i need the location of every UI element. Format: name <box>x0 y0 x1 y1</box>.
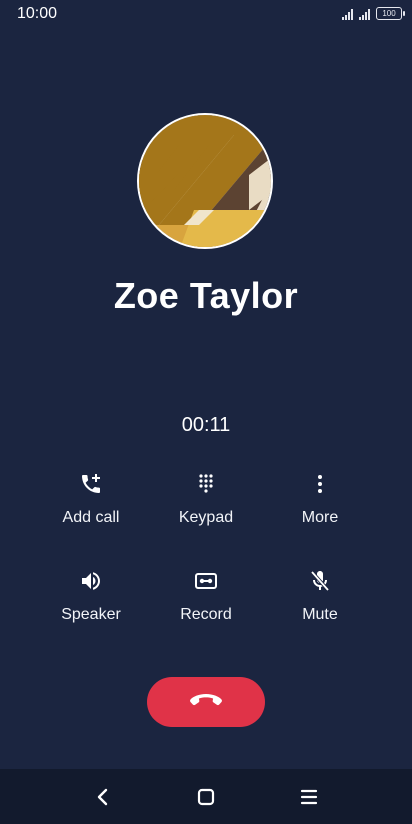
status-time: 10:00 <box>17 5 58 22</box>
call-duration: 00:11 <box>181 414 231 436</box>
caller-avatar <box>137 113 273 249</box>
back-button[interactable] <box>91 785 115 809</box>
speaker-label: Speaker <box>61 606 121 623</box>
mic-off-icon <box>260 567 380 595</box>
add-call-button[interactable]: Add call <box>31 470 151 527</box>
status-bar: 10:00 100 <box>0 0 412 30</box>
home-icon <box>197 788 215 806</box>
end-call-button[interactable] <box>147 677 265 727</box>
battery-icon: 100 <box>376 7 405 20</box>
status-icons: 100 <box>342 7 405 20</box>
mute-label: Mute <box>302 606 338 623</box>
add-call-icon <box>31 470 151 498</box>
menu-icon <box>300 789 318 805</box>
keypad-button[interactable]: Keypad <box>146 470 266 527</box>
add-call-label: Add call <box>62 509 120 526</box>
mute-button[interactable]: Mute <box>260 567 380 624</box>
record-label: Record <box>180 606 232 623</box>
more-label: More <box>301 509 339 526</box>
more-vertical-icon <box>260 470 380 498</box>
home-button[interactable] <box>194 785 218 809</box>
keypad-icon <box>146 470 266 498</box>
keypad-label: Keypad <box>178 509 234 526</box>
record-icon <box>146 567 266 595</box>
back-icon <box>97 788 108 806</box>
signal-icon <box>342 8 353 20</box>
caller-name: Zoe Taylor <box>113 275 299 316</box>
more-button[interactable]: More <box>260 470 380 527</box>
speaker-icon <box>31 567 151 595</box>
record-button[interactable]: Record <box>146 567 266 624</box>
signal-icon <box>359 8 370 20</box>
speaker-button[interactable]: Speaker <box>31 567 151 624</box>
navigation-bar <box>0 769 412 824</box>
recents-button[interactable] <box>297 785 321 809</box>
end-call-icon <box>189 692 223 713</box>
